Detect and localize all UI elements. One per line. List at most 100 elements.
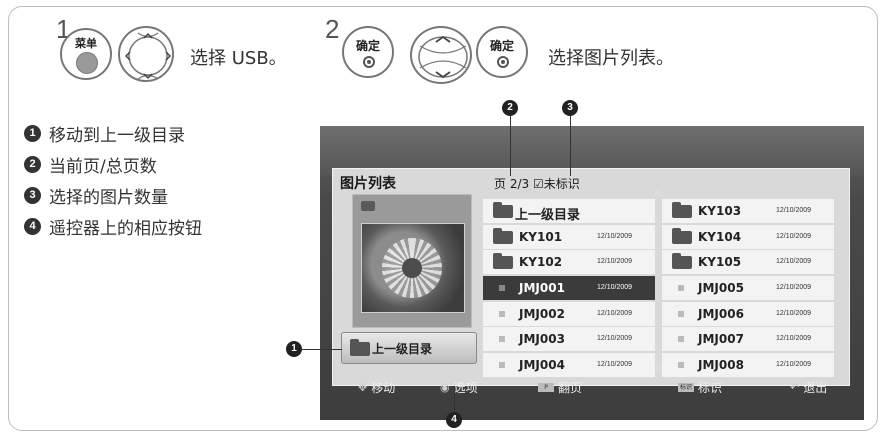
row-date: 12/10/2009 (776, 258, 812, 266)
page-key-icon: P (538, 383, 554, 392)
row-date: 12/10/2009 (776, 335, 812, 343)
file-row[interactable]: JMJ001 12/10/2009 (483, 276, 655, 301)
row-date: 12/10/2009 (776, 232, 812, 240)
ok-dot-icon: ◉ (440, 381, 450, 394)
dpad-up-down-icon (418, 35, 468, 79)
legend-text: 当前页/总页数 (49, 157, 157, 177)
row-name: JMJ004 (519, 358, 565, 373)
row-date: 12/10/2009 (597, 309, 633, 317)
file-checkbox-icon (678, 285, 684, 292)
row-name: JMJ003 (519, 332, 565, 347)
ok-button-ring (363, 56, 375, 68)
row-name: JMJ007 (698, 332, 744, 347)
ok-button-2-ring (497, 56, 509, 68)
folder-icon (672, 202, 692, 218)
ok-button-2-label: 确定 (489, 39, 514, 53)
ok-button-label: 确定 (355, 39, 380, 53)
footer-page[interactable]: P 翻页 (538, 379, 582, 396)
row-date: 12/10/2009 (597, 232, 633, 240)
file-checkbox-icon (499, 336, 505, 343)
folder-row[interactable]: KY101 12/10/2009 (483, 224, 655, 249)
legend-badge: 1 (24, 125, 41, 142)
dpad-up-down[interactable] (410, 26, 472, 84)
legend-item: 1 移动到上一级目录 (24, 118, 202, 149)
footer-page-label: 翻页 (558, 381, 583, 395)
menu-button[interactable]: 菜单 (60, 28, 112, 80)
up-folder-button-label: 上一级目录 (372, 341, 433, 356)
ok-button[interactable]: 确定 (342, 26, 394, 78)
file-row[interactable]: JMJ002 12/10/2009 (483, 301, 655, 326)
file-checkbox-icon (678, 362, 684, 369)
up-folder-button[interactable]: 上一级目录 (341, 332, 477, 364)
row-date: 12/10/2009 (776, 284, 812, 292)
row-name: JMJ005 (698, 281, 744, 296)
menu-button-label: 菜单 (75, 37, 97, 50)
file-row[interactable]: JMJ006 12/10/2009 (662, 301, 834, 326)
file-row[interactable]: JMJ005 12/10/2009 (662, 276, 834, 301)
legend-text: 遥控器上的相应按钮 (49, 219, 202, 239)
menu-button-dot (76, 52, 98, 74)
footer-move[interactable]: ✥ 移动 (358, 379, 395, 396)
step-1-text: 选择 USB。 (190, 48, 287, 69)
file-checkbox-icon (499, 285, 505, 292)
footer-mark-label: 标识 (698, 381, 723, 395)
footer-move-label: 移动 (371, 381, 396, 395)
photo-list-title: 图片列表 (340, 176, 396, 192)
folder-icon (672, 227, 692, 244)
file-checkbox-icon (499, 362, 505, 369)
row-name: JMJ008 (698, 358, 744, 373)
legend-text: 移动到上一级目录 (49, 126, 185, 146)
exit-icon: ↶ (790, 381, 800, 394)
row-date: 12/10/2009 (597, 284, 633, 292)
mark-key-icon: 标识 (678, 383, 694, 392)
row-name: JMJ002 (519, 306, 565, 321)
row-name: 上一级目录 (515, 208, 581, 223)
legend-text: 选择的图片数量 (49, 188, 168, 208)
folder-row[interactable]: KY104 12/10/2009 (662, 224, 834, 249)
footer-options[interactable]: ◉ 选项 (440, 379, 478, 396)
folder-row[interactable]: KY102 12/10/2009 (483, 250, 655, 275)
legend-item: 2 当前页/总页数 (24, 149, 202, 180)
file-checkbox-icon (499, 310, 505, 317)
file-row[interactable]: JMJ003 12/10/2009 (483, 327, 655, 352)
preview-image (361, 223, 465, 313)
screen-footer: ✥ 移动 ◉ 选项 P 翻页 标识 标识 ↶ 退出 (320, 373, 840, 399)
up-folder-icon (350, 339, 370, 356)
legend-item: 4 遥控器上的相应按钮 (24, 211, 202, 242)
row-name: JMJ006 (698, 306, 744, 321)
step-2-number: 2 (325, 14, 340, 44)
folder-icon (672, 253, 692, 270)
row-name: KY101 (519, 229, 563, 244)
row-name: KY105 (698, 255, 742, 270)
folder-row[interactable]: KY103 12/10/2009 (662, 199, 834, 223)
legend-badge: 2 (24, 156, 41, 173)
ok-button-2[interactable]: 确定 (476, 26, 528, 78)
row-date: 12/10/2009 (597, 361, 633, 369)
row-name: KY104 (698, 229, 742, 244)
folder-row[interactable]: KY105 12/10/2009 (662, 250, 834, 275)
page-info: 页 2/3 ☑未标识 (494, 177, 580, 191)
callout-2: 2 (502, 100, 518, 116)
callout-3: 3 (562, 100, 578, 116)
row-date: 12/10/2009 (776, 207, 812, 214)
footer-options-label: 选项 (453, 381, 478, 395)
up-folder-row[interactable]: 上一级目录 (483, 199, 655, 223)
row-date: 12/10/2009 (776, 309, 812, 317)
scroll-down-arrow-icon[interactable] (654, 367, 662, 372)
footer-exit-label: 退出 (803, 381, 828, 395)
dpad-left-right[interactable] (118, 26, 174, 82)
step-2-text: 选择图片列表。 (548, 48, 674, 69)
file-checkbox-icon (678, 336, 684, 343)
row-name: KY103 (698, 204, 742, 218)
scroll-up-arrow-icon[interactable] (654, 189, 662, 194)
row-date: 12/10/2009 (597, 335, 633, 343)
callout-1-line (302, 349, 342, 350)
row-date: 12/10/2009 (597, 258, 633, 266)
row-name: JMJ001 (519, 281, 565, 296)
callout-2-line (510, 116, 511, 176)
footer-exit[interactable]: ↶ 退出 (790, 379, 827, 396)
preview-pane (352, 194, 472, 328)
file-row[interactable]: JMJ007 12/10/2009 (662, 327, 834, 352)
footer-mark[interactable]: 标识 标识 (678, 379, 722, 396)
dpad-icon (124, 32, 172, 80)
